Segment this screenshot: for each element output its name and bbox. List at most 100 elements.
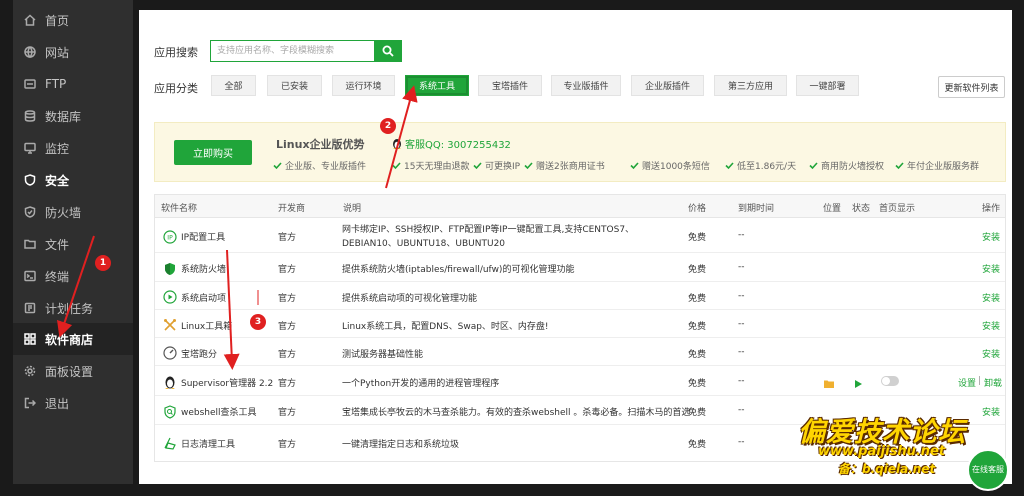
table-header: 软件名称 开发商 说明 价格 到期时间 位置 状态 首页显示 操作 <box>155 195 1005 218</box>
app-expire: -- <box>738 405 745 415</box>
app-price: 免费 <box>688 350 707 360</box>
column-header: 位置 <box>823 204 842 214</box>
app-developer: 官方 <box>278 265 297 275</box>
app-name[interactable]: 日志清理工具 <box>181 437 235 450</box>
sidebar-item-label: 首页 <box>45 13 70 28</box>
ip-icon: IP <box>163 229 177 244</box>
install-link[interactable]: 安装 <box>982 347 1000 360</box>
app-developer: 官方 <box>278 408 297 418</box>
table-row: Supervisor管理器 2.2 官方 一个Python开发的通用的进程管理程… <box>155 367 1005 396</box>
feature-item: 企业版、专业版插件 <box>273 159 366 172</box>
online-support-button[interactable]: 在线客服 <box>967 449 1009 491</box>
uninstall-link[interactable]: 卸载 <box>984 376 1002 389</box>
category-bt-plugins[interactable]: 宝塔插件 <box>478 75 542 96</box>
category-enterprise-plugins[interactable]: 企业版插件 <box>631 75 704 96</box>
sidebar-item-security[interactable]: 安全 <box>13 164 133 196</box>
webshell-icon <box>163 404 177 419</box>
folder-icon[interactable] <box>823 375 835 388</box>
feature-item: 商用防火墙授权 <box>809 159 884 172</box>
app-name[interactable]: Supervisor管理器 2.2 <box>181 376 273 389</box>
sidebar-item-website[interactable]: 网站 <box>13 36 133 68</box>
app-developer: 官方 <box>278 440 297 450</box>
search-icon <box>382 45 394 57</box>
app-description: 一个Python开发的通用的进程管理程序 <box>342 379 500 389</box>
action-separator: | <box>978 376 982 386</box>
step-badge-2: 2 <box>380 118 396 134</box>
sidebar-item-monitor[interactable]: 监控 <box>13 132 133 164</box>
app-expire: -- <box>738 437 745 447</box>
sidebar-item-files[interactable]: 文件 <box>13 228 133 260</box>
column-header: 到期时间 <box>738 204 775 214</box>
app-developer: 官方 <box>278 233 297 243</box>
category-system-tools[interactable]: 系统工具 <box>405 75 469 96</box>
app-name[interactable]: IP配置工具 <box>181 230 225 243</box>
app-name[interactable]: 系统启动项 <box>181 291 226 304</box>
play-icon[interactable] <box>852 375 864 388</box>
settings-link[interactable]: 设置 <box>958 376 976 389</box>
sidebar-item-ftp[interactable]: FTP <box>13 68 133 100</box>
app-expire: -- <box>738 230 745 240</box>
promo-qq[interactable]: 客服QQ: 3007255432 <box>392 136 511 151</box>
app-price: 免费 <box>688 440 707 450</box>
column-header: 说明 <box>343 204 362 214</box>
app-price: 免费 <box>688 233 707 243</box>
check-icon <box>273 161 282 170</box>
firewall-icon <box>24 206 36 218</box>
search-box <box>210 40 402 62</box>
sidebar-item-terminal[interactable]: 终端 <box>13 260 133 292</box>
terminal-icon <box>24 270 36 282</box>
app-description: 提供系统防火墙(iptables/firewall/ufw)的可视化管理功能 <box>342 265 575 275</box>
sidebar-item-software-store[interactable]: 软件商店 <box>13 323 133 355</box>
app-description: 宝塔集成长亭牧云的木马查杀能力。有效的查杀webshell 。杀毒必备。扫描木马… <box>342 408 691 418</box>
install-link[interactable]: 安装 <box>982 291 1000 304</box>
homepage-display-toggle[interactable] <box>881 376 899 386</box>
sidebar-item-logout[interactable]: 退出 <box>13 387 133 419</box>
sidebar-item-label: 文件 <box>45 237 70 252</box>
step-badge-1: 1 <box>95 255 111 271</box>
sidebar-item-firewall[interactable]: 防火墙 <box>13 196 133 228</box>
category-one-click-deploy[interactable]: 一键部署 <box>796 75 859 96</box>
category-third-party[interactable]: 第三方应用 <box>714 75 787 96</box>
sidebar-item-label: 网站 <box>45 45 70 60</box>
app-expire: -- <box>738 291 745 301</box>
app-name[interactable]: webshell查杀工具 <box>181 405 257 418</box>
search-button[interactable] <box>374 41 401 61</box>
search-label: 应用搜索 <box>154 46 198 59</box>
install-link[interactable]: 安装 <box>982 319 1000 332</box>
app-developer: 官方 <box>278 379 297 389</box>
search-input[interactable] <box>211 41 374 61</box>
category-runtime[interactable]: 运行环境 <box>332 75 395 96</box>
category-all[interactable]: 全部 <box>211 75 256 96</box>
sidebar-item-label: 面板设置 <box>45 364 94 379</box>
sidebar-item-home[interactable]: 首页 <box>13 4 133 36</box>
install-link[interactable]: 安装 <box>982 262 1000 275</box>
clock-icon <box>24 302 36 314</box>
sidebar-item-database[interactable]: 数据库 <box>13 100 133 132</box>
feature-item: 15天无理由退款 <box>392 159 469 172</box>
logout-icon <box>24 397 36 409</box>
app-name[interactable]: 宝塔跑分 <box>181 347 217 360</box>
sidebar-item-panel-settings[interactable]: 面板设置 <box>13 355 133 387</box>
category-installed[interactable]: 已安装 <box>267 75 322 96</box>
category-pro-plugins[interactable]: 专业版插件 <box>551 75 621 96</box>
watermark-sub: 备：b.qiela.net <box>838 462 936 476</box>
app-name[interactable]: Linux工具箱 <box>181 319 232 332</box>
column-header: 操作 <box>982 204 1001 214</box>
sidebar-item-cron[interactable]: 计划任务 <box>13 292 133 324</box>
feature-item: 年付企业版服务群 <box>895 159 979 172</box>
app-expire: -- <box>738 376 745 386</box>
app-name[interactable]: 系统防火墙 <box>181 262 226 275</box>
app-developer: 官方 <box>278 294 297 304</box>
sidebar-item-label: FTP <box>45 77 67 91</box>
install-link[interactable]: 安装 <box>982 230 1000 243</box>
database-icon <box>24 110 36 122</box>
table-row: 宝塔跑分 官方 测试服务器基础性能 免费 -- 安装 <box>155 339 1005 366</box>
promo-qq-label: 客服QQ: 3007255432 <box>405 140 511 151</box>
update-software-list-button[interactable]: 更新软件列表 <box>938 76 1005 98</box>
promo-title: Linux企业版优势 <box>276 138 365 151</box>
app-expire: -- <box>738 262 745 272</box>
app-developer: 官方 <box>278 350 297 360</box>
sidebar-item-label: 监控 <box>45 141 70 156</box>
buy-now-button[interactable]: 立即购买 <box>174 140 252 165</box>
sidebar-item-label: 软件商店 <box>45 332 94 347</box>
